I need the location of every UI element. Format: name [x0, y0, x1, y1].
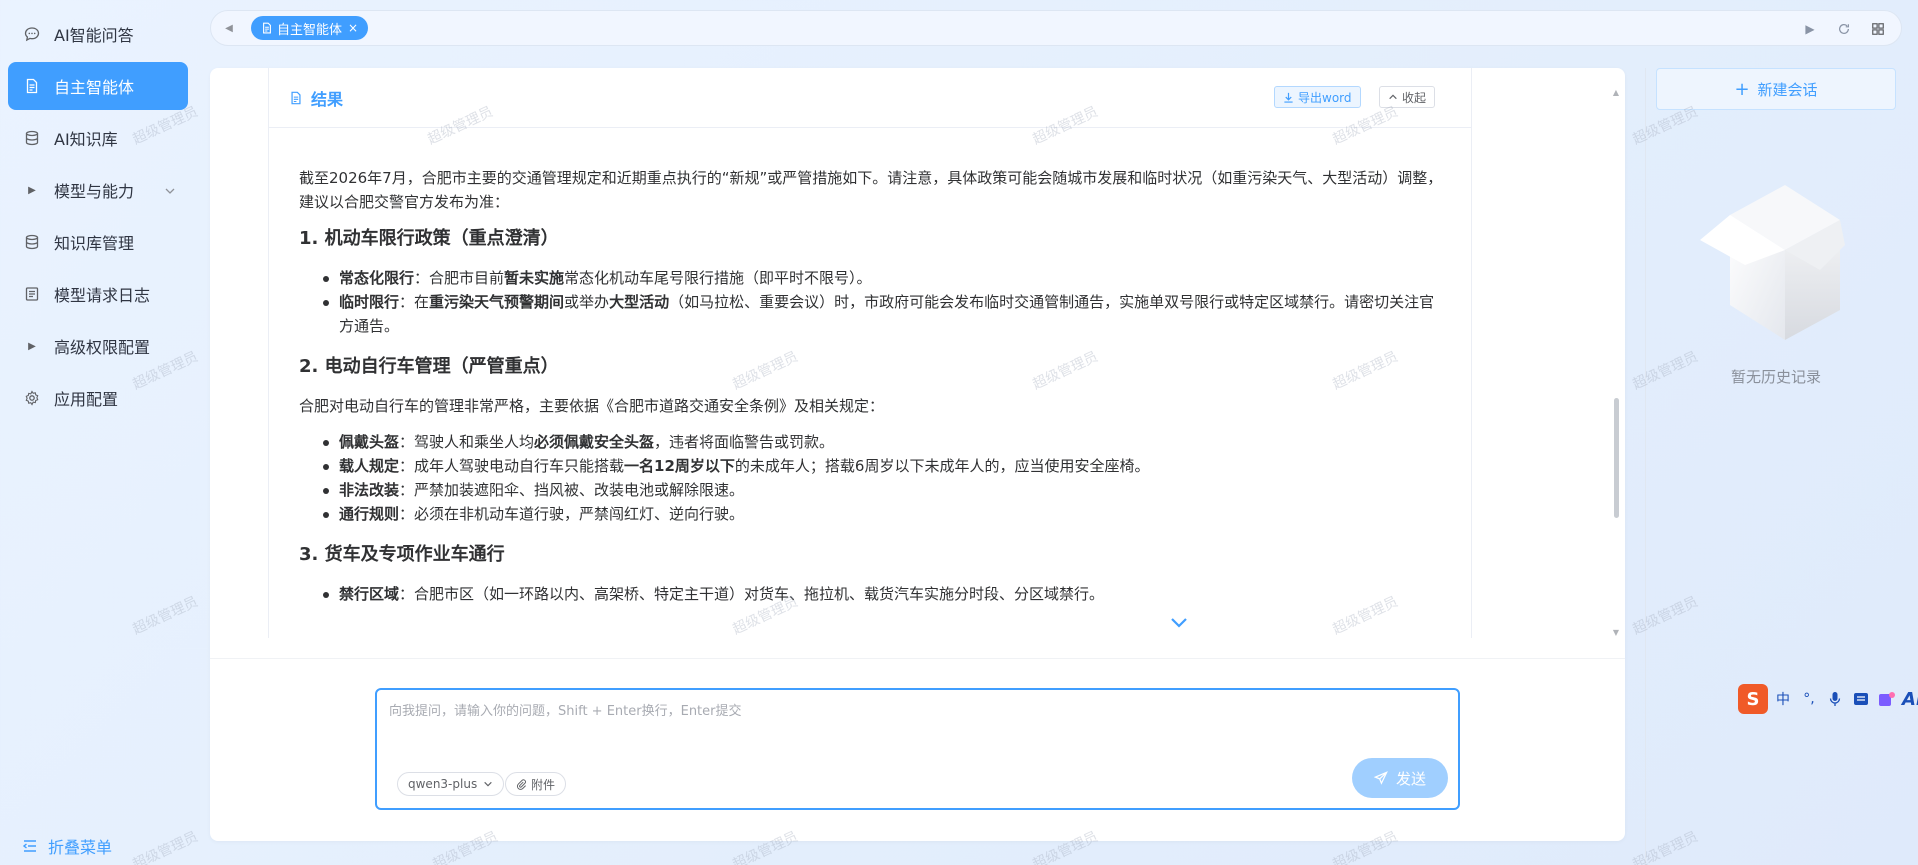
collapse-menu-label: 折叠菜单	[48, 838, 113, 857]
sidebar-item-label: 应用配置	[54, 390, 119, 409]
sidebar-item-ai-knowledge[interactable]: AI知识库	[8, 114, 188, 162]
tab-tools: ▶	[1793, 15, 1895, 43]
document-icon	[289, 91, 303, 105]
caret-right-icon: ▶	[28, 340, 36, 352]
section-list: 佩戴头盔：驾驶人和乘坐人均必须佩戴安全头盔，违者将面临警告或罚款。 载人规定：成…	[299, 430, 1449, 526]
skin-icon[interactable]	[1876, 691, 1898, 707]
panel-divider	[210, 658, 1625, 659]
section-intro: 合肥对电动自行车的管理非常严格，主要依据《合肥市道路交通安全条例》及相关规定：	[299, 397, 885, 415]
sidebar-item-label: 知识库管理	[54, 234, 135, 253]
sidebar-item-label: 模型与能力	[54, 182, 135, 201]
gear-icon	[22, 388, 42, 408]
refresh-icon[interactable]	[1827, 15, 1861, 43]
watermark: 超级管理员	[1630, 828, 1701, 865]
result-body: 截至2026年7月，合肥市主要的交通管理规定和近期重点执行的“新规”或严管措施如…	[299, 166, 1449, 622]
tab-scroll-right-icon[interactable]: ▶	[1793, 15, 1827, 43]
model-select[interactable]: qwen3-plus	[397, 772, 505, 796]
document-icon	[22, 76, 42, 96]
chevron-down-icon	[164, 182, 176, 201]
result-title-text: 结果	[311, 90, 344, 109]
attach-button[interactable]: 附件	[505, 772, 567, 796]
tab-agent[interactable]: 自主智能体 ×	[251, 16, 369, 40]
result-card: 结果 导出word 收起 截至2026年7月，合肥市主要的交通管理规定和近期重点…	[268, 68, 1472, 638]
scroll-to-bottom-button[interactable]	[1164, 608, 1194, 638]
tab-bar: ◀ 自主智能体 × ▶	[210, 10, 1902, 46]
sidebar-item-knowledge-mgmt[interactable]: 知识库管理	[8, 218, 188, 266]
section-heading: 2. 电动自行车管理（严管重点）	[299, 356, 559, 377]
tab-label: 自主智能体	[277, 22, 343, 38]
chat-composer: qwen3-plus 附件 发送	[375, 688, 1460, 810]
sidebar-item-label: 自主智能体	[54, 78, 135, 97]
microphone-icon[interactable]	[1824, 691, 1846, 707]
chat-bubble-icon	[22, 24, 42, 44]
ime-lang-toggle[interactable]: 中	[1772, 689, 1794, 709]
sogou-logo-icon[interactable]: S	[1738, 684, 1768, 714]
section-heading: 1. 机动车限行政策（重点澄清）	[299, 228, 559, 249]
new-chat-button[interactable]: + 新建会话	[1656, 68, 1896, 110]
document-icon	[261, 22, 273, 34]
chevron-down-icon	[1171, 618, 1187, 628]
database-icon	[22, 232, 42, 252]
sidebar-item-label: 高级权限配置	[54, 338, 151, 357]
export-word-label: 导出word	[1298, 90, 1352, 105]
sidebar-item-ai-qa[interactable]: AI智能问答	[8, 10, 188, 58]
empty-box-illustration	[1690, 175, 1860, 345]
result-intro: 截至2026年7月，合肥市主要的交通管理规定和近期重点执行的“新规”或严管措施如…	[299, 169, 1443, 211]
tab-close-icon[interactable]: ×	[348, 21, 358, 35]
section-list: 禁行区域：合肥市区（如一环路以内、高架桥、特定主干道）对货车、拖拉机、载货汽车实…	[299, 582, 1449, 606]
list-item: 佩戴头盔：驾驶人和乘坐人均必须佩戴安全头盔，违者将面临警告或罚款。	[321, 430, 1449, 454]
sidebar-item-label: AI知识库	[54, 130, 118, 149]
section-list: 常态化限行：合肥市目前暂未实施常态化机动车尾号限行措施（即平时不限号）。 临时限…	[299, 266, 1449, 338]
sidebar-item-models[interactable]: ▶ 模型与能力	[8, 166, 188, 214]
collapse-result-button[interactable]: 收起	[1379, 86, 1436, 108]
ime-ai-button[interactable]: Ai	[1902, 689, 1918, 710]
log-icon	[22, 284, 42, 304]
list-item: 非法改装：严禁加装遮阳伞、挡风被、改装电池或解除限速。	[321, 478, 1449, 502]
scrollbar-up-arrow[interactable]: ▲	[1613, 88, 1619, 97]
sidebar-item-agent[interactable]: 自主智能体	[8, 62, 188, 110]
menu-fold-icon	[22, 838, 38, 854]
paperclip-icon	[516, 778, 527, 790]
sidebar-item-label: 模型请求日志	[54, 286, 151, 305]
empty-history-text: 暂无历史记录	[1730, 368, 1821, 386]
sidebar-item-request-log[interactable]: 模型请求日志	[8, 270, 188, 318]
sidebar-item-label: AI智能问答	[54, 26, 134, 45]
question-input[interactable]	[389, 700, 1439, 750]
export-word-button[interactable]: 导出word	[1274, 86, 1361, 108]
collapse-menu-button[interactable]: 折叠菜单	[22, 834, 112, 858]
watermark: 超级管理员	[1630, 593, 1701, 638]
new-chat-label: 新建会话	[1757, 80, 1818, 99]
grid-icon[interactable]	[1861, 15, 1895, 43]
ime-toolbar: S 中 °, Ai	[1738, 684, 1918, 714]
caret-right-icon: ▶	[28, 184, 36, 196]
chevron-up-icon	[1388, 92, 1398, 102]
result-header: 结果 导出word 收起	[269, 68, 1471, 128]
sidebar-item-permissions[interactable]: ▶ 高级权限配置	[8, 322, 188, 370]
send-icon	[1373, 771, 1388, 785]
scrollbar-down-arrow[interactable]: ▼	[1613, 628, 1619, 637]
list-item: 常态化限行：合肥市目前暂未实施常态化机动车尾号限行措施（即平时不限号）。	[321, 266, 1449, 290]
send-button[interactable]: 发送	[1352, 758, 1448, 798]
keyboard-icon[interactable]	[1850, 692, 1872, 706]
plus-icon: +	[1734, 78, 1750, 100]
database-icon	[22, 128, 42, 148]
list-item: 通行规则：必须在非机动车道行驶，严禁闯红灯、逆向行驶。	[321, 502, 1449, 526]
attach-label: 附件	[531, 777, 556, 792]
download-icon	[1283, 92, 1294, 103]
list-item: 禁行区域：合肥市区（如一环路以内、高架桥、特定主干道）对货车、拖拉机、载货汽车实…	[321, 582, 1449, 606]
scrollbar-thumb[interactable]	[1614, 398, 1619, 518]
history-divider	[1645, 68, 1646, 865]
send-label: 发送	[1395, 769, 1426, 788]
collapse-result-label: 收起	[1402, 90, 1427, 105]
result-title: 结果	[289, 86, 343, 110]
tab-scroll-left-icon[interactable]: ◀	[215, 14, 243, 42]
section-heading: 3. 货车及专项作业车通行	[299, 544, 505, 565]
ime-punctuation-toggle[interactable]: °,	[1798, 691, 1820, 707]
model-select-value: qwen3-plus	[408, 777, 478, 791]
chevron-down-icon	[483, 779, 493, 789]
sidebar-item-app-config[interactable]: 应用配置	[8, 374, 188, 422]
sidebar: AI智能问答 自主智能体 AI知识库 ▶ 模型与能力 知识库管理 模型请求日志 …	[0, 0, 198, 865]
list-item: 载人规定：成年人驾驶电动自行车只能搭载一名12周岁以下的未成年人；搭载6周岁以下…	[321, 454, 1449, 478]
list-item: 临时限行：在重污染天气预警期间或举办大型活动（如马拉松、重要会议）时，市政府可能…	[321, 290, 1449, 338]
